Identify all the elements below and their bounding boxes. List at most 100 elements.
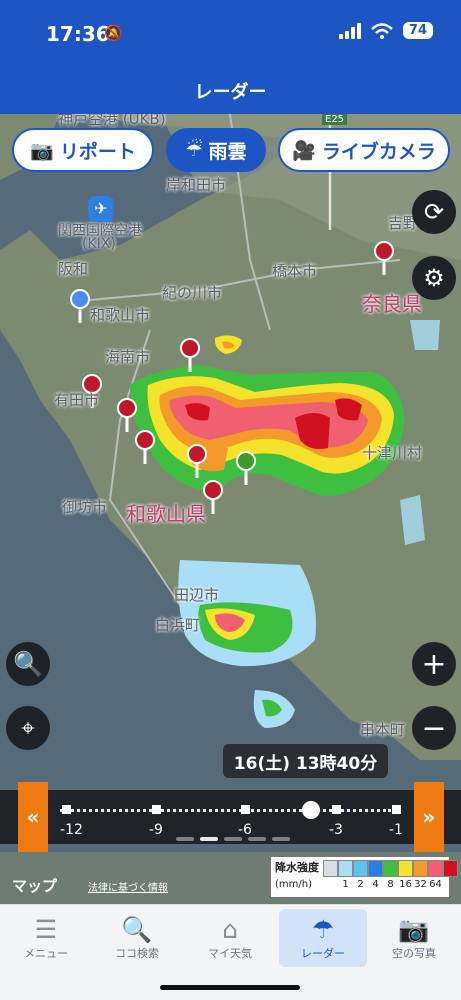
airplane-icon: ✈ <box>88 196 114 222</box>
page-indicator <box>176 837 290 841</box>
legend-swatch <box>398 860 413 877</box>
legend-swatch <box>428 860 443 877</box>
apple-maps-attribution: マップ <box>12 877 58 895</box>
filter-report-button[interactable]: 📷 リポート <box>12 128 154 172</box>
tab-label: 空の写真 <box>392 947 436 960</box>
time-tick[interactable] <box>392 805 401 814</box>
bell-slash-icon: 🔕 <box>104 24 123 42</box>
tab-radar[interactable]: ☂ レーダー <box>279 909 367 967</box>
home-icon: ⌂ <box>222 915 238 944</box>
signal-icon <box>338 22 361 39</box>
legend-swatch <box>443 860 458 877</box>
tick-label: -9 <box>149 822 163 838</box>
umbrella-icon: ☂ <box>311 915 335 944</box>
legend-swatch <box>323 860 338 877</box>
status-time: 17:36 <box>46 22 110 46</box>
place-label: 白浜町 <box>155 616 201 634</box>
place-label: 神戸空港 (UKB) <box>58 114 166 128</box>
filter-label: 雨雲 <box>208 140 247 163</box>
current-location-button[interactable]: ⌖ <box>6 706 50 750</box>
legend-value: 4 <box>372 879 379 890</box>
status-right: 74 <box>338 22 433 39</box>
place-label: 串本町 <box>360 721 406 739</box>
time-tick[interactable] <box>62 805 71 814</box>
tab-search[interactable]: 🔍 ココ検索 <box>93 909 181 967</box>
plus-icon: + <box>421 646 447 682</box>
crosshair-icon: ⌖ <box>21 714 35 742</box>
place-label: 田辺市 <box>174 586 220 604</box>
filter-live-camera-button[interactable]: 🎥 ライブカメラ <box>278 128 450 172</box>
legend-value: 64 <box>429 879 442 890</box>
radar-map[interactable]: 神戸空港 (UKB) 岸和田市 関西国際空港 (KIX) 吉野 阪和 和歌山市 … <box>0 114 461 904</box>
filter-label: リポート <box>59 140 136 163</box>
tab-label: メニュー <box>24 947 68 960</box>
place-label: 和歌山市 <box>90 306 151 324</box>
home-indicator <box>160 985 300 990</box>
tick-label: -6 <box>238 822 252 838</box>
tab-label: レーダー <box>301 947 345 960</box>
place-label: 橋本市 <box>272 262 318 280</box>
legend-swatch <box>383 860 398 877</box>
gear-icon: ⚙ <box>423 264 445 292</box>
prev-frame-button[interactable]: « <box>18 782 48 852</box>
time-slider-track[interactable] <box>60 809 391 812</box>
precipitation-legend: 降水強度 (mm/h) 1 2 4 8 16 32 64 <box>270 856 458 898</box>
filter-rain-cloud-button[interactable]: ☔ 雨雲 <box>166 128 266 172</box>
next-frame-button[interactable]: » <box>414 782 444 852</box>
route-label: E25 <box>322 114 348 125</box>
legend-title: 降水強度 <box>275 861 319 874</box>
tick-label: -1 <box>389 822 403 838</box>
legend-value: 1 <box>342 879 349 890</box>
filter-label: ライブカメラ <box>321 140 436 163</box>
place-label: 紀の川市 <box>162 284 223 302</box>
legend-value: 2 <box>357 879 364 890</box>
place-label: 岸和田市 <box>166 176 227 194</box>
rewind-icon: « <box>26 805 40 829</box>
search-icon: 🔍 <box>121 915 153 944</box>
zoom-in-button[interactable]: + <box>412 642 456 686</box>
legend-value: 32 <box>414 879 427 890</box>
tab-label: ココ検索 <box>115 947 159 960</box>
photo-camera-icon: 📷 <box>398 915 430 944</box>
time-tick[interactable] <box>152 805 161 814</box>
wifi-icon <box>371 22 393 39</box>
place-label: 十津川村 <box>362 444 423 462</box>
place-label: 和歌山県 <box>126 502 206 526</box>
legend-swatch <box>368 860 383 877</box>
legend-swatch <box>353 860 368 877</box>
legend-swatch <box>413 860 428 877</box>
battery-indicator: 74 <box>402 22 433 39</box>
legend-values: 1 2 4 8 16 32 64 <box>323 879 443 890</box>
camera-icon: 📷 <box>30 139 54 162</box>
legal-link[interactable]: 法律に基づく情報 <box>88 879 168 894</box>
legend-value: 8 <box>387 879 394 890</box>
legend-swatch <box>338 860 353 877</box>
map-time-display: 16(土) 13時40分 <box>223 744 388 778</box>
place-label: 海南市 <box>105 348 151 366</box>
refresh-button[interactable]: ⟳ <box>412 190 456 234</box>
menu-icon: ☰ <box>34 915 58 944</box>
fast-forward-icon: » <box>422 805 436 829</box>
place-label: 奈良県 <box>362 292 422 316</box>
app-header: 17:36 🔕 74 レーダー <box>0 0 461 114</box>
place-label: 阪和 <box>58 260 89 278</box>
time-tick[interactable] <box>241 805 250 814</box>
settings-button[interactable]: ⚙ <box>412 256 456 300</box>
time-slider-handle[interactable] <box>302 801 320 819</box>
zoom-search-button[interactable]: 🔍 <box>6 642 50 686</box>
tab-label: マイ天気 <box>208 947 252 960</box>
place-label: 御坊市 <box>62 498 108 516</box>
tab-menu[interactable]: ☰ メニュー <box>2 909 90 967</box>
tab-sky-photos[interactable]: 📷 空の写真 <box>370 909 458 967</box>
legend-color-bar <box>323 860 458 877</box>
rain-cloud-icon: ☔ <box>185 139 203 161</box>
minus-icon: − <box>421 710 447 746</box>
tick-label: -12 <box>60 822 83 838</box>
tick-label: -3 <box>329 822 343 838</box>
zoom-out-button[interactable]: − <box>412 706 456 750</box>
refresh-icon: ⟳ <box>423 198 445 226</box>
legend-unit: (mm/h) <box>275 879 312 890</box>
tab-my-weather[interactable]: ⌂ マイ天気 <box>186 909 274 967</box>
legend-value: 16 <box>399 879 412 890</box>
time-tick[interactable] <box>332 805 341 814</box>
